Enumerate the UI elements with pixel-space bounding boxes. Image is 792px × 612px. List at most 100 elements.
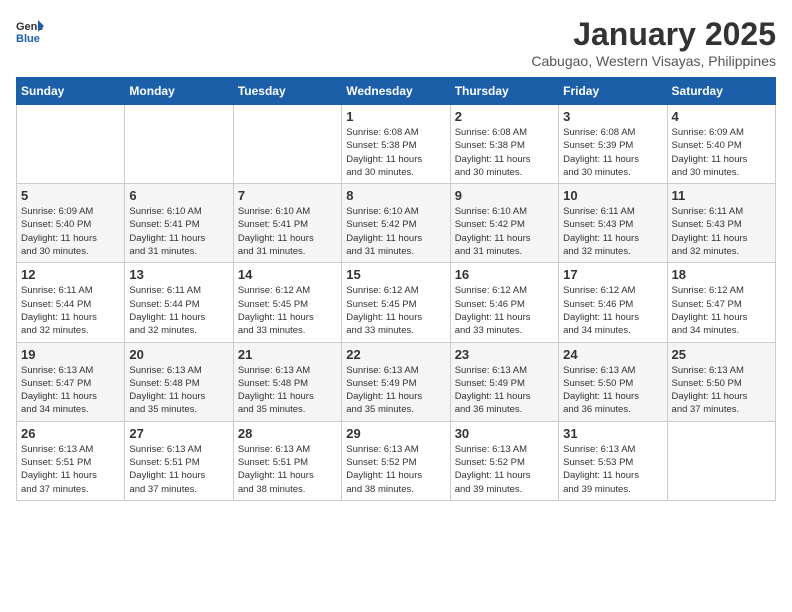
calendar-cell [233,105,341,184]
calendar-cell [125,105,233,184]
weekday-header-tuesday: Tuesday [233,78,341,105]
day-info: Sunrise: 6:13 AM Sunset: 5:48 PM Dayligh… [238,364,337,417]
calendar-cell: 23Sunrise: 6:13 AM Sunset: 5:49 PM Dayli… [450,342,558,421]
day-info: Sunrise: 6:12 AM Sunset: 5:45 PM Dayligh… [238,284,337,337]
weekday-header-saturday: Saturday [667,78,775,105]
day-info: Sunrise: 6:08 AM Sunset: 5:38 PM Dayligh… [346,126,445,179]
calendar-cell: 10Sunrise: 6:11 AM Sunset: 5:43 PM Dayli… [559,184,667,263]
calendar-title: January 2025 [531,16,776,53]
calendar-cell: 30 Sunrise: 6:13 AM Sunset: 5:52 PM Dayli… [450,421,558,500]
calendar-cell: 29Sunrise: 6:13 AM Sunset: 5:52 PM Dayli… [342,421,450,500]
svg-text:Blue: Blue [16,33,40,44]
day-info: Sunrise: 6:13 AM Sunset: 5:48 PM Dayligh… [129,364,228,417]
day-info: Sunrise: 6:12 AM Sunset: 5:46 PM Dayligh… [563,284,662,337]
day-number: 31 [563,426,662,441]
day-info: Sunrise: 6:10 AM Sunset: 5:42 PM Dayligh… [455,205,554,258]
calendar-cell: 20 Sunrise: 6:13 AM Sunset: 5:48 PM Dayli… [125,342,233,421]
weekday-header-sunday: Sunday [17,78,125,105]
day-info: Sunrise: 6:13 AM Sunset: 5:51 PM Dayligh… [129,443,228,496]
day-info: Sunrise: 6:12 AM Sunset: 5:46 PM Dayligh… [455,284,554,337]
day-number: 12 [21,267,120,282]
calendar-week-row: 1 Sunrise: 6:08 AM Sunset: 5:38 PM Daylig… [17,105,776,184]
weekday-header-row: SundayMondayTuesdayWednesdayThursdayFrid… [17,78,776,105]
calendar-cell: 15Sunrise: 6:12 AM Sunset: 5:45 PM Dayli… [342,263,450,342]
day-info: Sunrise: 6:13 AM Sunset: 5:53 PM Dayligh… [563,443,662,496]
day-info: Sunrise: 6:11 AM Sunset: 5:44 PM Dayligh… [129,284,228,337]
day-number: 14 [238,267,337,282]
calendar-cell: 7Sunrise: 6:10 AM Sunset: 5:41 PM Daylig… [233,184,341,263]
calendar-week-row: 19 Sunrise: 6:13 AM Sunset: 5:47 PM Dayli… [17,342,776,421]
calendar-cell: 3 Sunrise: 6:08 AM Sunset: 5:39 PM Daylig… [559,105,667,184]
day-info: Sunrise: 6:13 AM Sunset: 5:51 PM Dayligh… [21,443,120,496]
calendar-cell: 9Sunrise: 6:10 AM Sunset: 5:42 PM Daylig… [450,184,558,263]
day-info: Sunrise: 6:12 AM Sunset: 5:47 PM Dayligh… [672,284,771,337]
day-number: 30 [455,426,554,441]
weekday-header-monday: Monday [125,78,233,105]
day-number: 29 [346,426,445,441]
calendar-cell: 13 Sunrise: 6:11 AM Sunset: 5:44 PM Dayli… [125,263,233,342]
calendar-cell: 19 Sunrise: 6:13 AM Sunset: 5:47 PM Dayli… [17,342,125,421]
day-number: 6 [129,188,228,203]
calendar-cell: 28 Sunrise: 6:13 AM Sunset: 5:51 PM Dayli… [233,421,341,500]
calendar-cell: 27Sunrise: 6:13 AM Sunset: 5:51 PM Dayli… [125,421,233,500]
day-number: 21 [238,347,337,362]
calendar-cell: 17 Sunrise: 6:12 AM Sunset: 5:46 PM Dayli… [559,263,667,342]
day-number: 22 [346,347,445,362]
calendar-cell: 8 Sunrise: 6:10 AM Sunset: 5:42 PM Daylig… [342,184,450,263]
calendar-cell [17,105,125,184]
header: General Blue January 2025 Cabugao, Weste… [16,16,776,69]
day-number: 18 [672,267,771,282]
calendar-cell: 24Sunrise: 6:13 AM Sunset: 5:50 PM Dayli… [559,342,667,421]
weekday-header-friday: Friday [559,78,667,105]
calendar-cell: 22Sunrise: 6:13 AM Sunset: 5:49 PM Dayli… [342,342,450,421]
calendar-cell: 18 Sunrise: 6:12 AM Sunset: 5:47 PM Dayli… [667,263,775,342]
day-number: 4 [672,109,771,124]
day-number: 16 [455,267,554,282]
weekday-header-wednesday: Wednesday [342,78,450,105]
calendar-cell: 5Sunrise: 6:09 AM Sunset: 5:40 PM Daylig… [17,184,125,263]
day-number: 17 [563,267,662,282]
day-info: Sunrise: 6:13 AM Sunset: 5:52 PM Dayligh… [455,443,554,496]
day-info: Sunrise: 6:11 AM Sunset: 5:43 PM Dayligh… [563,205,662,258]
day-number: 7 [238,188,337,203]
logo: General Blue [16,16,44,44]
logo-icon: General Blue [16,16,44,44]
calendar-cell: 1 Sunrise: 6:08 AM Sunset: 5:38 PM Daylig… [342,105,450,184]
day-number: 23 [455,347,554,362]
day-number: 1 [346,109,445,124]
day-info: Sunrise: 6:08 AM Sunset: 5:39 PM Dayligh… [563,126,662,179]
day-info: Sunrise: 6:13 AM Sunset: 5:47 PM Dayligh… [21,364,120,417]
day-info: Sunrise: 6:09 AM Sunset: 5:40 PM Dayligh… [672,126,771,179]
day-info: Sunrise: 6:08 AM Sunset: 5:38 PM Dayligh… [455,126,554,179]
day-number: 24 [563,347,662,362]
day-number: 20 [129,347,228,362]
calendar-cell: 2Sunrise: 6:08 AM Sunset: 5:38 PM Daylig… [450,105,558,184]
calendar-cell: 6Sunrise: 6:10 AM Sunset: 5:41 PM Daylig… [125,184,233,263]
calendar-cell: 31 Sunrise: 6:13 AM Sunset: 5:53 PM Dayli… [559,421,667,500]
day-number: 3 [563,109,662,124]
title-area: January 2025 Cabugao, Western Visayas, P… [531,16,776,69]
calendar-cell: 16 Sunrise: 6:12 AM Sunset: 5:46 PM Dayli… [450,263,558,342]
calendar-cell: 12Sunrise: 6:11 AM Sunset: 5:44 PM Dayli… [17,263,125,342]
day-info: Sunrise: 6:13 AM Sunset: 5:51 PM Dayligh… [238,443,337,496]
calendar-week-row: 12 Sunrise: 6:11 AM Sunset: 5:44 PM Dayli… [17,263,776,342]
calendar-subtitle: Cabugao, Western Visayas, Philippines [531,53,776,69]
calendar-week-row: 26 Sunrise: 6:13 AM Sunset: 5:51 PM Dayli… [17,421,776,500]
day-number: 26 [21,426,120,441]
day-number: 8 [346,188,445,203]
day-info: Sunrise: 6:13 AM Sunset: 5:50 PM Dayligh… [672,364,771,417]
calendar-table: SundayMondayTuesdayWednesdayThursdayFrid… [16,77,776,501]
weekday-header-thursday: Thursday [450,78,558,105]
calendar-cell: 14 Sunrise: 6:12 AM Sunset: 5:45 PM Dayli… [233,263,341,342]
day-number: 28 [238,426,337,441]
day-number: 19 [21,347,120,362]
day-number: 15 [346,267,445,282]
calendar-cell [667,421,775,500]
calendar-cell: 4 Sunrise: 6:09 AM Sunset: 5:40 PM Daylig… [667,105,775,184]
calendar-week-row: 5Sunrise: 6:09 AM Sunset: 5:40 PM Daylig… [17,184,776,263]
day-number: 13 [129,267,228,282]
day-info: Sunrise: 6:10 AM Sunset: 5:42 PM Dayligh… [346,205,445,258]
day-info: Sunrise: 6:11 AM Sunset: 5:43 PM Dayligh… [672,205,771,258]
calendar-cell: 25Sunrise: 6:13 AM Sunset: 5:50 PM Dayli… [667,342,775,421]
calendar-cell: 26 Sunrise: 6:13 AM Sunset: 5:51 PM Dayli… [17,421,125,500]
